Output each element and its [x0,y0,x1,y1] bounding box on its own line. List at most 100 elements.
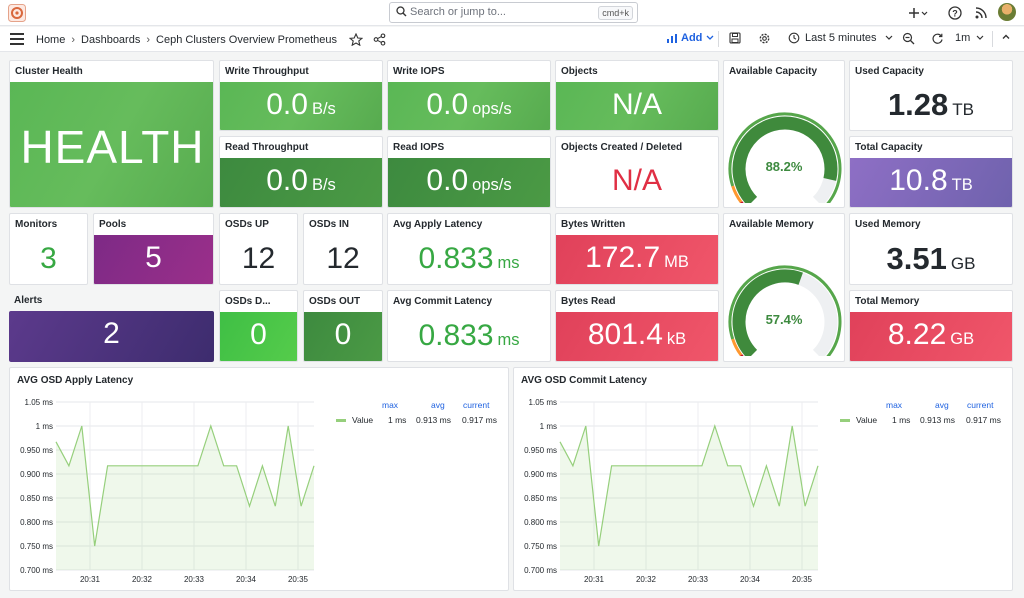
panel-osds-out[interactable]: OSDs OUT 0 [303,290,383,362]
x-tick-label: 20:34 [740,575,761,584]
refresh-interval-picker[interactable]: 1m [955,32,985,44]
panel-osds-down[interactable]: OSDs D... 0 [219,290,298,362]
refresh-icon[interactable] [931,32,944,45]
toolbar-divider [718,31,719,47]
time-range-picker[interactable]: Last 5 minutes [788,32,894,44]
panel-background: 172.7 MB [556,235,718,284]
panel-title: OSDs IN [309,219,350,230]
panel-available-capacity[interactable]: Available Capacity 88.2% [723,60,845,208]
panel-osds-in[interactable]: OSDs IN 12 [303,213,383,285]
y-tick-label: 0.750 ms [20,542,53,551]
panel-read-iops[interactable]: Read IOPS 0.0 ops/s [387,136,551,208]
panel-monitors[interactable]: Monitors 3 [9,213,88,285]
x-tick-label: 20:33 [184,575,205,584]
x-tick-label: 20:31 [584,575,605,584]
legend-swatch [840,419,850,422]
stat-value: 172.7 [585,241,661,274]
legend-max: 1 ms [892,415,911,425]
save-icon[interactable] [729,32,741,44]
panel-title: Objects Created / Deleted [561,142,683,153]
panel-title: Bytes Written [561,219,626,230]
panel-title: Available Memory [729,219,814,230]
legend-header-max[interactable]: max [886,400,902,410]
panel-used-capacity[interactable]: Used Capacity 1.28 TB [849,60,1013,131]
stat-value: 3 [40,242,57,275]
stat-unit: GB [950,330,975,348]
search-input[interactable]: Search or jump to... cmd+k [389,2,638,23]
stat-value: 5 [145,241,162,274]
panel-used-memory[interactable]: Used Memory 3.51 GB [849,213,1013,285]
panel-title: Used Memory [855,219,921,230]
share-icon[interactable] [373,33,386,46]
y-tick-label: 1 ms [540,422,557,431]
panel-title: Monitors [15,219,58,230]
stat-unit: ms [497,331,520,349]
panel-background: 8.22 GB [850,312,1012,361]
stat-value: 0.0 [426,88,469,121]
panel-pools[interactable]: Pools 5 [93,213,214,285]
panel-objects[interactable]: Objects N/A [555,60,719,131]
legend-header-avg[interactable]: avg [935,400,949,410]
panel-avg-osd-apply-latency[interactable]: AVG OSD Apply Latency 1.05 ms 1 ms 0.950 m… [9,367,509,591]
stat-unit: TB [951,176,973,194]
panel-cluster-health[interactable]: Cluster Health HEALTH [9,60,214,208]
zoom-out-icon[interactable] [902,32,915,45]
stat-unit: ops/s [472,100,512,118]
legend-header-avg[interactable]: avg [431,400,445,410]
legend-header-current[interactable]: current [967,400,993,410]
dashboard-nav-bar: Home › Dashboards › Ceph Clusters Overvi… [0,27,1024,52]
legend-header-current[interactable]: current [463,400,489,410]
breadcrumb-home[interactable]: Home [36,34,65,46]
add-button[interactable]: Add [666,32,715,44]
panel-available-memory[interactable]: Available Memory 57.4% [723,213,845,362]
star-icon[interactable] [348,33,363,46]
refresh-interval-label: 1m [955,32,971,44]
panel-bytes-read[interactable]: Bytes Read 801.4 kB [555,290,719,362]
panel-bytes-written[interactable]: Bytes Written 172.7 MB [555,213,719,285]
panel-background: 0.0 B/s [220,158,382,207]
gauge-value: 57.4% [765,312,803,327]
stat-value: HEALTH [20,121,205,173]
y-tick-label: 0.850 ms [20,494,53,503]
panel-total-capacity[interactable]: Total Capacity 10.8 TB [849,136,1013,208]
panel-osds-up[interactable]: OSDs UP 12 [219,213,298,285]
stat-value: N/A [611,88,662,121]
panel-objects-created-deleted[interactable]: Objects Created / Deleted N/A [555,136,719,208]
legend-series-name[interactable]: Value [856,415,877,425]
help-icon[interactable]: ? [946,4,964,22]
y-tick-label: 0.800 ms [524,518,557,527]
stat-value: 801.4 [587,318,663,351]
panel-write-throughput[interactable]: Write Throughput 0.0 B/s [219,60,383,131]
chart-legend: max avg current Value 1 ms 0.913 ms 0.91… [840,400,1010,430]
panel-write-iops[interactable]: Write IOPS 0.0 ops/s [387,60,551,131]
panel-avg-commit-latency[interactable]: Avg Commit Latency 0.833 ms [387,290,551,362]
panel-alerts[interactable]: Alerts 2 [9,290,214,362]
panel-total-memory[interactable]: Total Memory 8.22 GB [849,290,1013,362]
chevron-up-icon[interactable] [1001,32,1011,42]
legend-header-max[interactable]: max [382,400,398,410]
rss-icon[interactable] [972,4,990,22]
panel-title: OSDs D... [225,296,271,307]
legend-avg: 0.913 ms [416,415,451,425]
panel-avg-apply-latency[interactable]: Avg Apply Latency 0.833 ms [387,213,551,285]
panel-title: Bytes Read [561,296,616,307]
panel-avg-osd-commit-latency[interactable]: AVG OSD Commit Latency 1.05 ms 1 ms 0.950 … [513,367,1013,591]
breadcrumb-dashboards[interactable]: Dashboards [81,34,140,46]
plus-icon[interactable] [906,4,930,22]
stat-value: N/A [611,164,662,197]
stat-value: 3.51 [886,241,947,276]
x-tick-label: 20:34 [236,575,257,584]
menu-icon[interactable] [10,33,24,45]
stat-value: 0.0 [266,88,308,121]
x-tick-label: 20:32 [132,575,153,584]
gauge-value: 88.2% [765,159,803,174]
panel-title: OSDs OUT [309,296,361,307]
stat-unit: TB [952,100,975,119]
legend-series-name[interactable]: Value [352,415,373,425]
user-avatar[interactable] [998,3,1016,21]
gear-icon[interactable] [758,32,771,45]
y-tick-label: 0.700 ms [20,566,53,575]
grafana-logo-icon[interactable] [8,4,26,22]
search-placeholder: Search or jump to... [410,6,506,18]
panel-read-throughput[interactable]: Read Throughput 0.0 B/s [219,136,383,208]
